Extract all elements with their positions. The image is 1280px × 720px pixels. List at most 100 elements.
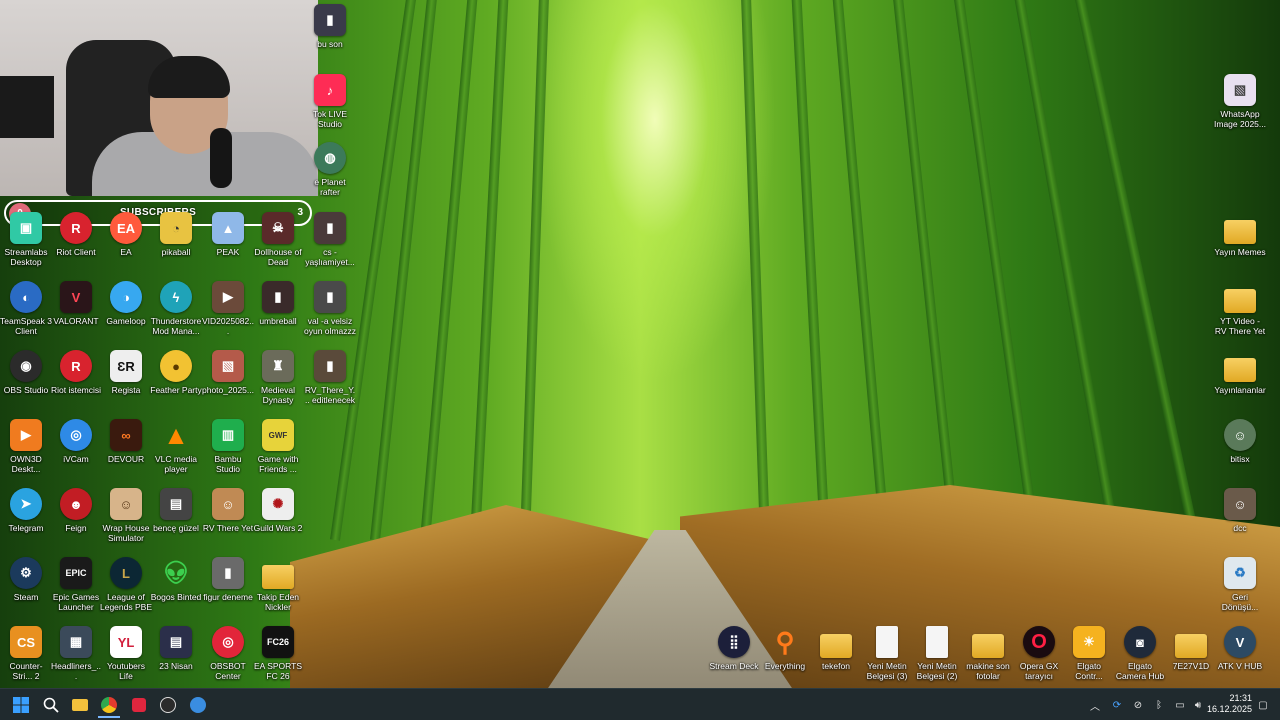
atk-hub-icon: V [1224,626,1256,658]
folder-icon [1175,634,1207,658]
desktop-icon-planet-crafter[interactable]: ◍ e Planet rafter [304,142,356,197]
search-button[interactable] [40,694,62,716]
clock[interactable]: 21:31 16.12.2025 [1207,693,1252,715]
desktop-icon-wrap-house[interactable]: ☺ Wrap House Simulator [100,488,152,543]
desktop-icon-7e27v1d[interactable]: 7E27V1D [1165,626,1217,671]
desktop-icon-headliners[interactable]: ▦ Headliners_... [50,626,102,681]
chevron-up-icon: ︿ [1090,701,1100,713]
desktop-icon-stream-deck[interactable]: ⣿ Stream Deck [708,626,760,671]
desktop-icon-23-nisan[interactable]: ▤ 23 Nisan [150,626,202,671]
desktop-icon-medieval-dynasty[interactable]: ♜ Medieval Dynasty [252,350,304,405]
folder-icon [262,565,294,589]
cam-monitor [0,76,54,138]
chrome-icon [101,697,117,713]
notifications-button[interactable]: ▢ [1256,698,1270,712]
bamboo-stalk [952,0,1040,541]
desktop-icon-everything[interactable]: ⚲ Everything [759,626,811,672]
desktop-icon-tekefon[interactable]: tekefon [810,626,862,671]
desktop-icon-streamlabs[interactable]: ▣ Streamlabs Desktop [0,212,52,267]
desktop-icon-makine-son-fotolar[interactable]: makine son fotolar [962,626,1014,681]
network-button[interactable]: ▭ [1173,698,1187,712]
desktop-icon-yayin-memes[interactable]: Yayın Memes [1214,212,1266,257]
desktop-icon-devour[interactable]: ∞ DEVOUR [100,419,152,464]
tray-bluetooth-button[interactable]: ᛒ [1152,698,1166,712]
planet-crafter-icon: ◍ [314,142,346,174]
desktop-icon-peak[interactable]: ▲ PEAK [202,212,254,257]
desktop-icon-cs-yaslaniyet[interactable]: ▮ cs - yaşlıamiyet... [304,212,356,267]
desktop-icon-thunderstore[interactable]: ϟ Thunderstore Mod Mana... [150,281,202,336]
desktop-icon-lol-pbe[interactable]: L League of Legends PBE [100,557,152,612]
desktop-icon-val-avelsiz[interactable]: ▮ val -a velsiz oyun olmazzz [304,281,356,336]
desktop-icon-feign[interactable]: ☻ Feign [50,488,102,533]
obs-taskbar-button[interactable] [157,694,179,716]
image-file-icon: ☺ [1224,488,1256,520]
desktop-icon-counter-strike[interactable]: CS Counter-Stri... 2 [0,626,52,681]
volume-button[interactable]: 🔊︎ [1191,698,1205,712]
desktop-icon-telegram[interactable]: ➤ Telegram [0,488,52,533]
desktop-icon-bence-guzel[interactable]: ▤ bencę güzel [150,488,202,533]
desktop-icon-ivcam[interactable]: ◎ iVCam [50,419,102,464]
desktop-icon-opera-gx[interactable]: O Opera GX tarayıcı [1013,626,1065,681]
cam-person-beanie [148,56,230,98]
desktop-icon-obs[interactable]: ◉ OBS Studio [0,350,52,395]
desktop-icon-rv-editlenecek[interactable]: ▮ RV_There_Y... editlenecek [304,350,356,405]
desktop-icon-photo2025[interactable]: ▧ photo_2025... [202,350,254,395]
desktop-icon-valorant[interactable]: V VALORANT [50,281,102,326]
opera-gx-taskbar-button[interactable] [128,694,150,716]
desktop-icon-takip-eden-nickler[interactable]: Takip Eden Nickler [252,557,304,612]
tray-mic-button[interactable]: ⊘ [1131,698,1145,712]
desktop-icon-text-doc-2[interactable]: Yeni Metin Belgesi (2) [911,626,963,681]
start-button[interactable] [10,694,32,716]
desktop-icon-text-doc-3[interactable]: Yeni Metin Belgesi (3) [861,626,913,681]
desktop-icon-elgato-control[interactable]: ☀ Elgato Contr... [1063,626,1115,681]
bamboo-stalk [520,0,550,541]
desktop-icon-steam[interactable]: ⚙ Steam [0,557,52,602]
desktop-icon-bu-son[interactable]: ▮ bu son [304,4,356,49]
desktop-icon-ea-fc26[interactable]: FC26 EA SPORTS FC 26 [252,626,304,681]
desktop-icon-figur-deneme[interactable]: ▮ figur deneme [202,557,254,602]
desktop-icon-yt-video-rv[interactable]: YT Video - RV There Yet [1214,281,1266,336]
desktop-icon-feather-party[interactable]: ● Feather Party [150,350,202,395]
desktop-icon-pikaball[interactable]: ◔ pikaball [150,212,202,257]
desktop-icon-teamspeak[interactable]: ◐ TeamSpeak 3 Client [0,281,52,336]
desktop-icon-dollhouse[interactable]: ☠ Dollhouse of Dead [252,212,304,267]
desktop-icon-epic-games[interactable]: EPIC Epic Games Launcher [50,557,102,612]
text-file-icon [926,626,948,658]
desktop-icon-own3d[interactable]: ▶ OWN3D Deskt... [0,419,52,474]
video-file-icon: ▮ [212,557,244,589]
desktop-icon-riot-client[interactable]: R Riot Client [50,212,102,257]
desktop-icon-riot-istemcisi[interactable]: R Riot istemcisi [50,350,102,395]
desktop-icon-rv-there-yet[interactable]: ☺ RV There Yet [202,488,254,533]
desktop-icon-ea[interactable]: EA EA [100,212,152,257]
chrome-button[interactable] [98,694,120,718]
desktop-icon-gameloop[interactable]: ◑ Gameloop [100,281,152,326]
desktop-icon-obsbot[interactable]: ◎ OBSBOT Center [202,626,254,681]
desktop-icon-bogos-binted[interactable]: 👽︎ Bogos Binted [150,557,202,602]
desktop-icon-recycle-bin[interactable]: ♻ Geri Dönüşü... [1214,557,1266,612]
folder-icon [972,634,1004,658]
desktop-icon-vid2025[interactable]: ▶ VID2025082... [202,281,254,336]
file-explorer-button[interactable] [69,694,91,716]
video-file-icon: ▶ [212,281,244,313]
streamlabs-icon: ▣ [10,212,42,244]
desktop-icon-guild-wars-2[interactable]: ✺ Guild Wars 2 [252,488,304,533]
recycle-bin-icon: ♻ [1224,557,1256,589]
desktop-icon-bitisx[interactable]: ☺ bitisx [1214,419,1266,464]
desktop-icon-regista[interactable]: ƐR Regista [100,350,152,395]
tray-overflow-button[interactable]: ︿ [1088,698,1102,713]
tray-app-button[interactable]: ⟳ [1110,698,1124,712]
desktop-icon-dcc[interactable]: ☺ dcc [1214,488,1266,533]
desktop-icon-bambu-studio[interactable]: ▥ Bambu Studio [202,419,254,474]
desktop-icon-tiktok-live[interactable]: ♪ Tok LIVE Studio [304,74,356,129]
app-taskbar-button[interactable] [187,694,209,716]
desktop-icon-vlc[interactable]: ▲ VLC media player [150,419,202,475]
league-icon: L [110,557,142,589]
desktop-icon-elgato-camera-hub[interactable]: ◙ Elgato Camera Hub [1114,626,1166,681]
desktop-icon-umbreball[interactable]: ▮ umbreball [252,281,304,326]
desktop-icon-yayinlananlar[interactable]: Yayınlananlar [1214,350,1266,395]
desktop-icon-youtubers-life[interactable]: YL Youtubers Life [100,626,152,681]
desktop-icon-game-with-friends[interactable]: GWF Game with Friends ... [252,419,304,474]
desktop-icon-whatsapp-image[interactable]: ▧ WhatsApp Image 2025... [1214,74,1266,129]
folder-icon [1224,289,1256,313]
desktop-icon-atk-v-hub[interactable]: V ATK V HUB [1214,626,1266,671]
